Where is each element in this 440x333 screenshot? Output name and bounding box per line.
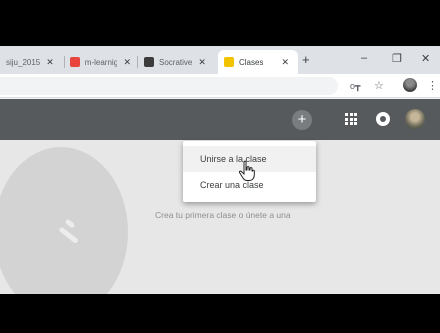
- close-icon[interactable]: ✕: [281, 57, 289, 68]
- minimize-button[interactable]: –: [361, 52, 367, 64]
- tab-siju[interactable]: siju_2015 ✕: [0, 50, 64, 74]
- empty-state-illustration: [0, 147, 128, 294]
- key-icon[interactable]: o┳: [350, 79, 360, 93]
- browser-profile-avatar[interactable]: [403, 78, 417, 92]
- browser-toolbar: o┳ ☆ ⋮: [0, 74, 440, 98]
- empty-state-message: Crea tu primera clase o únete a una: [155, 210, 291, 220]
- tab-label: siju_2015: [6, 57, 41, 67]
- address-bar[interactable]: [0, 77, 338, 95]
- video-letterbox-top: [0, 0, 440, 46]
- socrative-favicon-icon: [144, 57, 154, 67]
- maximize-button[interactable]: ❐: [392, 52, 402, 65]
- video-letterbox-bottom: [0, 294, 440, 333]
- profile-avatar[interactable]: [405, 109, 425, 129]
- new-tab-button[interactable]: +: [302, 52, 310, 67]
- tab-clases[interactable]: Clases ✕: [218, 50, 298, 74]
- menu-dots-icon[interactable]: ⋮: [427, 79, 438, 93]
- m-learning-favicon-icon: [70, 57, 80, 67]
- tab-label: Socrative: [159, 57, 193, 67]
- notifications-icon[interactable]: [376, 112, 390, 126]
- classroom-app-bar: +: [0, 99, 440, 140]
- close-icon[interactable]: ✕: [123, 57, 131, 68]
- close-icon[interactable]: ✕: [46, 57, 54, 68]
- add-class-button[interactable]: +: [292, 110, 312, 130]
- apps-grid-icon[interactable]: [345, 113, 357, 125]
- hand-pointer-icon: [238, 160, 255, 181]
- star-icon[interactable]: ☆: [374, 79, 384, 93]
- classroom-favicon-icon: [224, 57, 234, 67]
- close-window-button[interactable]: ✕: [421, 52, 430, 65]
- tab-strip: siju_2015 ✕ m-learnig ✕ Socrative ✕ Clas…: [0, 46, 440, 74]
- tab-socrative[interactable]: Socrative ✕: [138, 50, 216, 74]
- tab-m-learning[interactable]: m-learnig ✕: [64, 50, 137, 74]
- close-icon[interactable]: ✕: [198, 57, 206, 68]
- tab-label: m-learnig: [84, 57, 118, 67]
- tab-label: Clases: [239, 57, 264, 67]
